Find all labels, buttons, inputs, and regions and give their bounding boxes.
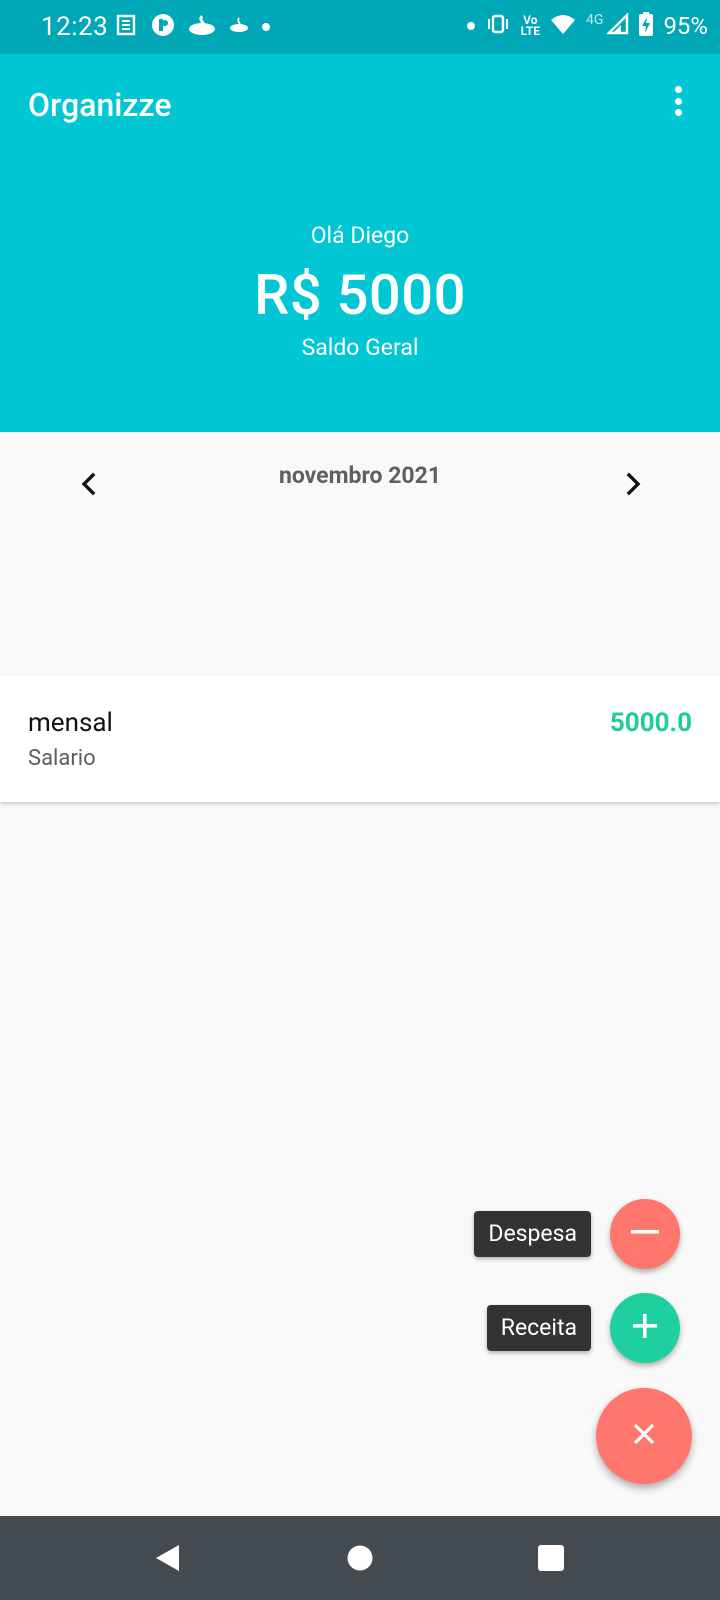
battery-percentage: 95% (663, 12, 708, 40)
recents-icon[interactable] (529, 1536, 573, 1580)
add-expense-button[interactable] (610, 1199, 680, 1269)
home-icon[interactable] (338, 1536, 382, 1580)
close-icon (632, 1422, 656, 1450)
dot-icon (466, 22, 475, 30)
transaction-title: mensal (28, 708, 113, 738)
summary-header: Organizze Olá Diego R$ 5000 Saldo Geral (0, 54, 720, 432)
income-label[interactable]: Receita (486, 1305, 591, 1351)
status-time: 12:23 (41, 12, 109, 42)
santander-small-icon (229, 17, 249, 37)
month-label: novembro 2021 (278, 462, 442, 489)
app-title: Organizze (28, 86, 172, 124)
chevron-right-icon[interactable] (614, 464, 654, 504)
news-icon (116, 14, 138, 40)
dot-icon (262, 23, 270, 31)
system-icons: Vo LTE 4G 95% (466, 12, 708, 40)
vibrate-icon (485, 13, 511, 39)
plus-icon (630, 1311, 660, 1345)
back-icon[interactable] (146, 1536, 190, 1580)
battery-charging-icon (639, 12, 654, 40)
fab-menu-toggle[interactable] (596, 1388, 692, 1484)
transaction-value: 5000.0 (609, 708, 692, 738)
greeting: Olá Diego (310, 222, 410, 249)
signal-icon (606, 12, 629, 39)
status-bar: 12:23 Vo LTE 4G 95% (0, 0, 720, 54)
expense-label[interactable]: Despesa (474, 1211, 591, 1257)
navigation-bar (0, 1516, 720, 1600)
month-selector: novembro 2021 (0, 432, 720, 522)
volte-icon: Vo LTE (520, 13, 541, 38)
wifi-icon (550, 13, 576, 39)
more-vert-icon[interactable] (672, 86, 684, 116)
app-icon (151, 13, 175, 41)
balance-label: Saldo Geral (301, 334, 419, 361)
balance-amount: R$ 5000 (254, 262, 466, 328)
add-income-button[interactable] (610, 1293, 680, 1363)
minus-icon (630, 1217, 660, 1251)
network-type: 4G (586, 12, 604, 28)
santander-icon (188, 14, 216, 40)
transaction-category: Salario (28, 746, 96, 771)
list-item[interactable]: mensal Salario 5000.0 (0, 676, 720, 802)
notification-icons (116, 13, 270, 41)
